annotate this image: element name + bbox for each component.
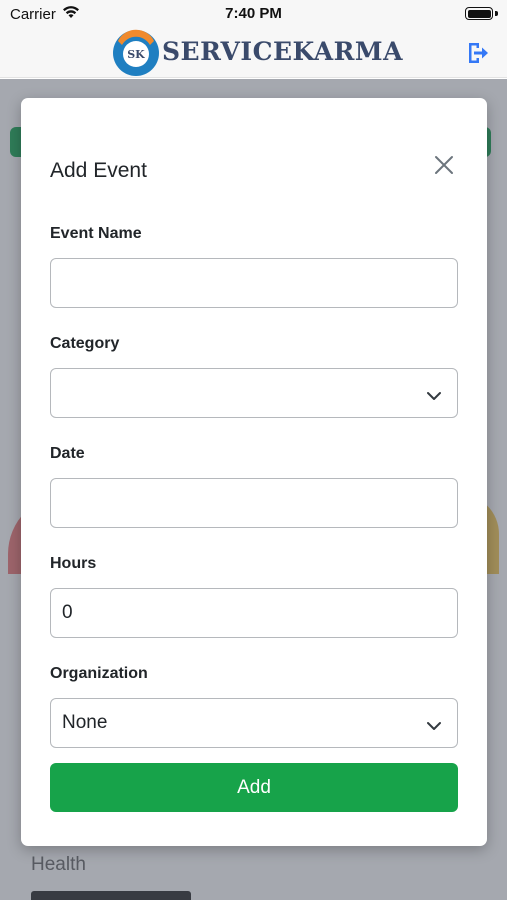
add-button[interactable]: Add bbox=[50, 763, 458, 812]
battery-nub bbox=[495, 11, 498, 16]
category-select[interactable] bbox=[50, 368, 458, 418]
status-bar: Carrier 7:40 PM bbox=[0, 0, 507, 28]
modal-title: Add Event bbox=[50, 159, 147, 182]
organization-select[interactable]: None bbox=[50, 698, 458, 748]
hours-label: Hours bbox=[50, 555, 97, 572]
event-name-input[interactable] bbox=[50, 258, 458, 308]
app-header: SK SERVICEKARMA bbox=[0, 28, 507, 78]
category-label: Category bbox=[50, 335, 120, 352]
date-input[interactable] bbox=[50, 478, 458, 528]
logo-text: SK bbox=[127, 48, 145, 61]
logo-icon: SK bbox=[112, 29, 160, 77]
organization-label: Organization bbox=[50, 665, 148, 682]
hours-input[interactable]: 0 bbox=[50, 588, 458, 638]
hours-value: 0 bbox=[62, 602, 73, 623]
date-label: Date bbox=[50, 445, 85, 462]
add-event-modal: Add Event Event Name Category Date Hours… bbox=[21, 98, 487, 846]
close-icon[interactable] bbox=[433, 154, 455, 176]
brand-title: SERVICEKARMA bbox=[162, 37, 403, 66]
chevron-down-icon bbox=[427, 387, 441, 401]
logout-icon[interactable] bbox=[465, 40, 491, 66]
organization-value: None bbox=[62, 712, 108, 733]
chevron-down-icon bbox=[427, 717, 441, 731]
clock: 7:40 PM bbox=[225, 5, 282, 22]
battery-icon bbox=[465, 7, 493, 20]
event-name-label: Event Name bbox=[50, 225, 142, 242]
